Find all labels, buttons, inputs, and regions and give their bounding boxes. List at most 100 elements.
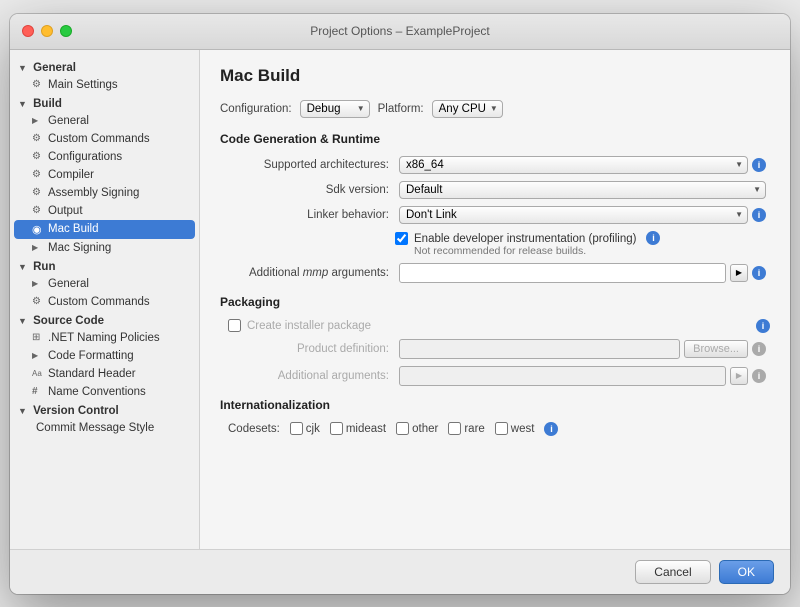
chevron-down-icon: ▼: [357, 104, 365, 113]
additional-args-label: Additional arguments:: [224, 370, 399, 382]
sidebar-item-net-naming[interactable]: .NET Naming Policies: [10, 329, 199, 347]
architectures-value: x86_64: [406, 159, 444, 171]
codeset-cjk-label: cjk: [306, 423, 320, 435]
sidebar-item-run-general[interactable]: General: [10, 275, 199, 293]
sidebar-item-configurations[interactable]: Configurations: [10, 148, 199, 166]
linker-label: Linker behavior:: [224, 209, 399, 221]
i18n-header: Internationalization: [220, 398, 770, 414]
developer-instrumentation-subtext: Not recommended for release builds.: [414, 245, 636, 257]
codeset-west: west: [495, 422, 535, 435]
codeset-cjk-checkbox[interactable]: [290, 422, 303, 435]
linker-behavior-row: Linker behavior: Don't Link ▼ i: [220, 206, 770, 224]
codeset-cjk: cjk: [290, 422, 320, 435]
codesets-row: Codesets: cjk mideast other rare: [220, 422, 770, 436]
sidebar-item-build-general[interactable]: General: [10, 112, 199, 130]
product-definition-row: Product definition: Browse... i: [220, 339, 770, 359]
mmp-args-row: Additional mmp arguments: ▶ i: [220, 263, 770, 283]
sidebar-section-run[interactable]: ▼ Run: [10, 257, 199, 275]
chevron-down-icon: ▼: [735, 210, 743, 219]
sidebar-section-build[interactable]: ▼ Build: [10, 94, 199, 112]
mmp-info-icon[interactable]: i: [752, 266, 766, 280]
code-gen-header: Code Generation & Runtime: [220, 132, 770, 148]
developer-instrumentation-text: Enable developer instrumentation (profil…: [414, 231, 636, 257]
developer-instrumentation-row: Enable developer instrumentation (profil…: [395, 231, 770, 257]
supported-architectures-row: Supported architectures: x86_64 ▼ i: [220, 156, 770, 174]
architectures-select[interactable]: x86_64 ▼: [399, 156, 748, 174]
gear-icon: [32, 296, 44, 307]
ok-button[interactable]: OK: [719, 560, 774, 584]
create-installer-label: Create installer package: [247, 320, 371, 332]
sidebar-item-main-settings[interactable]: Main Settings: [10, 76, 199, 94]
codeset-rare: rare: [448, 422, 484, 435]
sdk-select[interactable]: Default ▼: [399, 181, 766, 199]
mmp-args-input[interactable]: [399, 263, 726, 283]
sidebar-item-mac-build[interactable]: Mac Build: [14, 220, 195, 239]
sidebar-item-run-custom-commands[interactable]: Custom Commands: [10, 293, 199, 311]
net-icon: [32, 332, 44, 343]
platform-dropdown[interactable]: Any CPU ▼: [432, 100, 503, 118]
window-title: Project Options – ExampleProject: [310, 24, 489, 38]
codeset-other: other: [396, 422, 438, 435]
triangle-icon: [32, 278, 44, 289]
product-def-info-icon: i: [752, 342, 766, 356]
close-button[interactable]: [22, 25, 34, 37]
sidebar-item-name-conventions[interactable]: Name Conventions: [10, 383, 199, 401]
sidebar-item-standard-header[interactable]: Standard Header: [10, 365, 199, 383]
triangle-icon: [32, 242, 44, 253]
i18n-info-icon[interactable]: i: [544, 422, 558, 436]
abc-icon: [32, 368, 44, 379]
triangle-icon: [32, 115, 44, 126]
sidebar-section-general[interactable]: ▼ General: [10, 58, 199, 76]
triangle-icon: [32, 350, 44, 361]
chevron-down-icon: ▼: [753, 185, 761, 194]
linker-info-icon[interactable]: i: [752, 208, 766, 222]
sdk-control: Default ▼: [399, 181, 766, 199]
codeset-mideast-checkbox[interactable]: [330, 422, 343, 435]
additional-args-info-icon: i: [752, 369, 766, 383]
sdk-value: Default: [406, 184, 442, 196]
cancel-button[interactable]: Cancel: [635, 560, 710, 584]
sidebar-section-source-code[interactable]: ▼ Source Code: [10, 311, 199, 329]
minimize-button[interactable]: [41, 25, 53, 37]
developer-instrumentation-label: Enable developer instrumentation (profil…: [414, 233, 636, 245]
developer-instrumentation-checkbox[interactable]: [395, 232, 408, 245]
sidebar-section-version-control[interactable]: ▼ Version Control: [10, 401, 199, 419]
configuration-dropdown[interactable]: Debug ▼: [300, 100, 370, 118]
main-panel: Mac Build Configuration: Debug ▼ Platfor…: [200, 50, 790, 549]
gear-icon: [32, 205, 44, 216]
sidebar-item-output[interactable]: Output: [10, 202, 199, 220]
sidebar-item-code-formatting[interactable]: Code Formatting: [10, 347, 199, 365]
linker-control: Don't Link ▼ i: [399, 206, 766, 224]
configuration-value: Debug: [307, 103, 341, 115]
sdk-version-row: Sdk version: Default ▼: [220, 181, 770, 199]
mmp-italic: mmp: [303, 267, 329, 279]
codeset-other-checkbox[interactable]: [396, 422, 409, 435]
architectures-info-icon[interactable]: i: [752, 158, 766, 172]
circle-dot-icon: [32, 223, 44, 236]
product-definition-control: Browse... i: [399, 339, 766, 359]
gear-icon: [32, 79, 44, 90]
maximize-button[interactable]: [60, 25, 72, 37]
packaging-info-icon[interactable]: i: [756, 319, 770, 333]
linker-select[interactable]: Don't Link ▼: [399, 206, 748, 224]
arrow-run: ▼: [18, 262, 27, 272]
sidebar-item-commit-message-style[interactable]: Commit Message Style: [10, 419, 199, 437]
footer: Cancel OK: [10, 549, 790, 594]
codeset-rare-checkbox[interactable]: [448, 422, 461, 435]
gear-icon: [32, 151, 44, 162]
sidebar-item-mac-signing[interactable]: Mac Signing: [10, 239, 199, 257]
codeset-west-checkbox[interactable]: [495, 422, 508, 435]
sdk-label: Sdk version:: [224, 184, 399, 196]
gear-icon: [32, 133, 44, 144]
create-installer-checkbox[interactable]: [228, 319, 241, 332]
sidebar-item-compiler[interactable]: Compiler: [10, 166, 199, 184]
config-label: Configuration:: [220, 103, 292, 115]
platform-value: Any CPU: [439, 103, 486, 115]
mmp-run-button[interactable]: ▶: [730, 264, 748, 282]
sidebar-item-assembly-signing[interactable]: Assembly Signing: [10, 184, 199, 202]
sidebar-item-custom-commands[interactable]: Custom Commands: [10, 130, 199, 148]
arrow-build: ▼: [18, 99, 27, 109]
create-pkg-row: Create installer package i: [220, 319, 770, 333]
gear-icon: [32, 187, 44, 198]
checkbox-info-icon[interactable]: i: [646, 231, 660, 245]
